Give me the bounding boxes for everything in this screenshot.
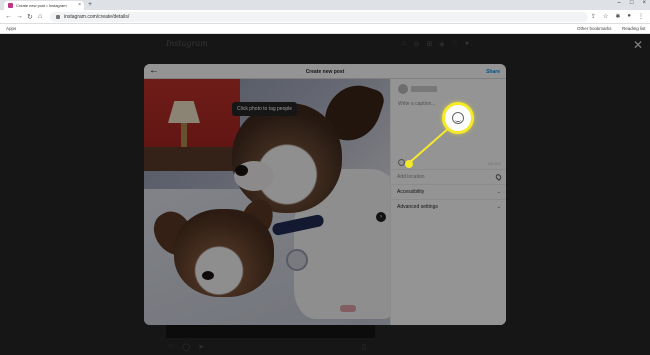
url-text: instagram.com/create/details/ bbox=[64, 14, 130, 20]
browser-tab[interactable]: Create new post • Instagram × bbox=[4, 1, 84, 10]
menu-icon[interactable]: ⋮ bbox=[638, 13, 644, 20]
emoji-smiley-icon bbox=[452, 112, 464, 124]
address-bar[interactable]: instagram.com/create/details/ bbox=[50, 12, 588, 22]
browser-toolbar: ← → ↻ ⌂ instagram.com/create/details/ ⇪ … bbox=[0, 10, 650, 24]
instagram-favicon-icon bbox=[8, 3, 13, 8]
maximize-icon[interactable]: □ bbox=[630, 0, 634, 6]
bookmarks-bar: Apps Other bookmarks Reading list bbox=[0, 24, 650, 34]
profile-icon[interactable]: ● bbox=[627, 13, 631, 20]
forward-icon[interactable]: → bbox=[16, 13, 23, 20]
window-controls: – □ × bbox=[618, 0, 646, 6]
bookmark-other[interactable]: Other bookmarks bbox=[577, 26, 612, 31]
extensions-icon[interactable]: ✱ bbox=[615, 13, 620, 20]
dim-overlay bbox=[0, 34, 650, 355]
back-icon[interactable]: ← bbox=[5, 13, 12, 20]
minimize-icon[interactable]: – bbox=[618, 0, 621, 6]
tab-title: Create new post • Instagram bbox=[16, 3, 67, 8]
home-icon[interactable]: ⌂ bbox=[38, 13, 42, 20]
annotation-dot bbox=[405, 160, 413, 168]
extension-icons: ⇪ ☆ ✱ ● ⋮ bbox=[591, 13, 644, 20]
share-page-icon[interactable]: ⇪ bbox=[591, 13, 596, 20]
new-tab-button[interactable]: + bbox=[88, 1, 92, 8]
reload-icon[interactable]: ↻ bbox=[27, 13, 33, 21]
tab-close-icon[interactable]: × bbox=[78, 2, 81, 8]
bookmark-apps[interactable]: Apps bbox=[6, 26, 16, 31]
window-close-icon[interactable]: × bbox=[642, 0, 646, 6]
bookmark-reading-list[interactable]: Reading list bbox=[622, 26, 646, 31]
browser-tab-strip: Create new post • Instagram × + – □ × bbox=[0, 0, 650, 10]
bookmark-star-icon[interactable]: ☆ bbox=[603, 13, 608, 20]
lock-icon bbox=[56, 15, 60, 19]
